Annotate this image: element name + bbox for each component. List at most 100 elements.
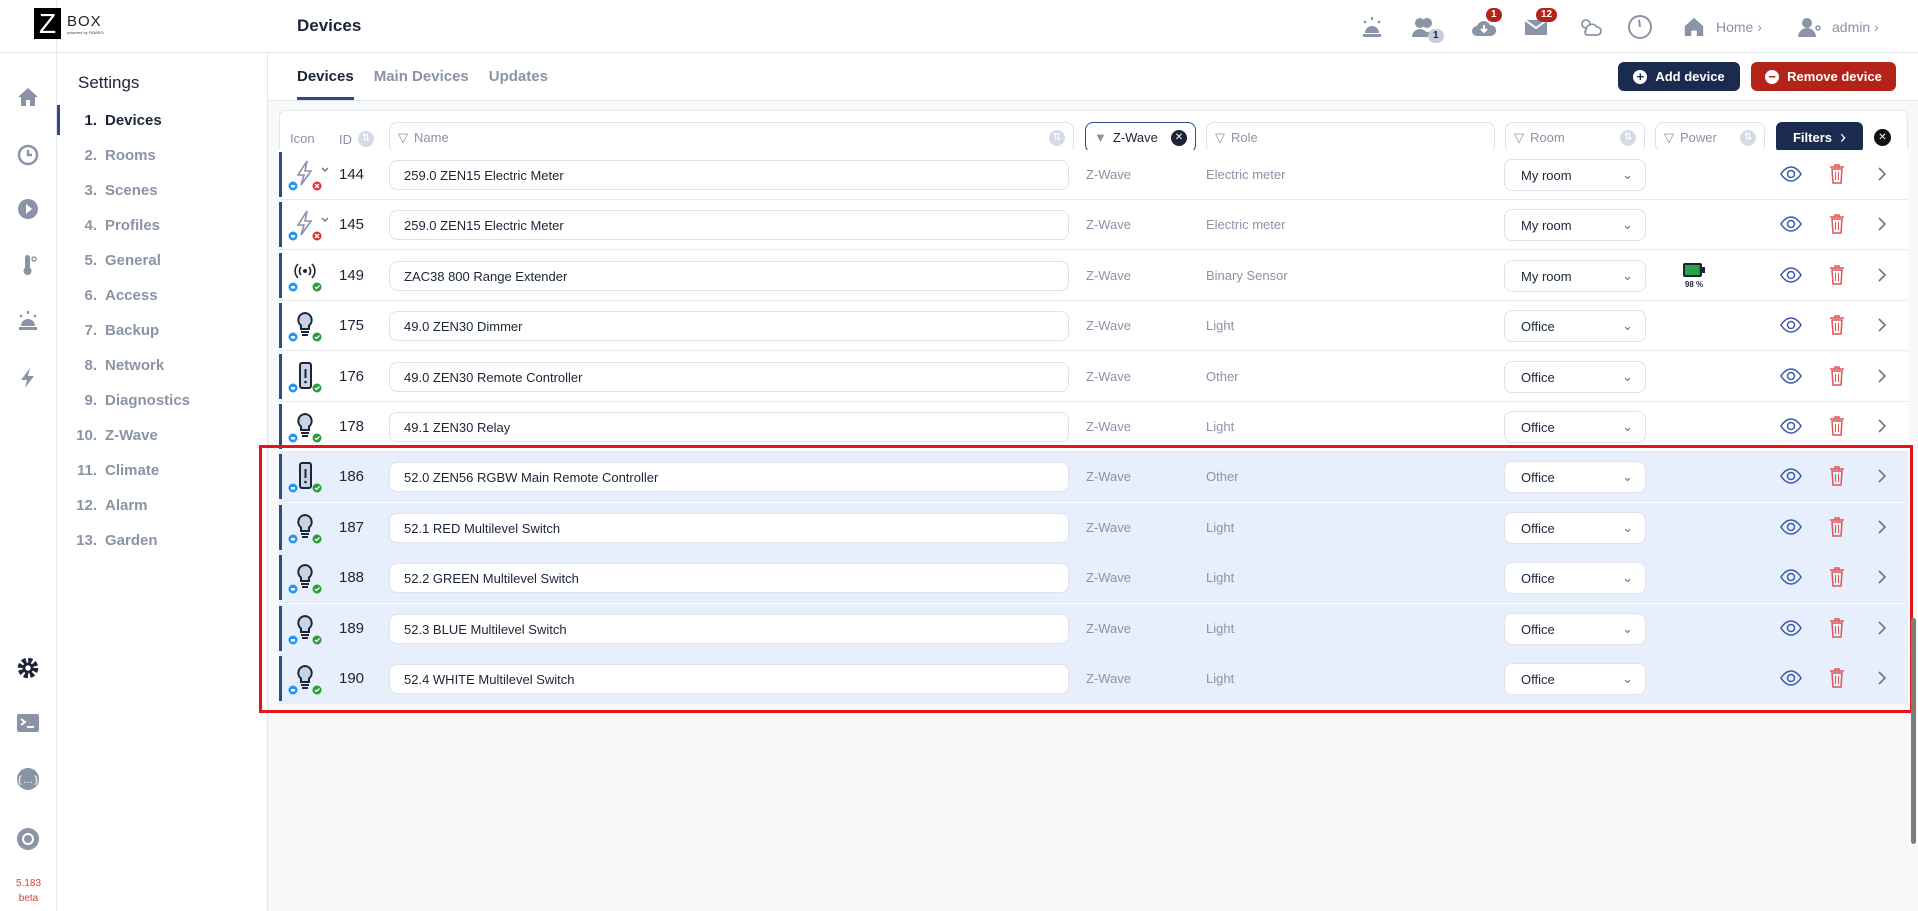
eye-icon[interactable] <box>1780 367 1802 385</box>
chevron-right-icon[interactable] <box>1877 417 1887 435</box>
version-info: 5.183 beta <box>0 876 57 906</box>
room-value: My room <box>1521 268 1572 284</box>
alarm-icon[interactable] <box>14 306 42 334</box>
sidebar-item-network[interactable]: 8. Network <box>57 350 267 380</box>
filter-icon: ▽ <box>1664 129 1674 145</box>
sidebar-item-label: Devices <box>105 111 162 129</box>
device-name-input[interactable]: 49.0 ZEN30 Remote Controller <box>389 361 1069 392</box>
filters-button[interactable]: Filters › <box>1776 122 1863 153</box>
room-select[interactable]: My room ⌄ <box>1504 159 1646 191</box>
sort-icon[interactable]: ⇅ <box>1620 129 1636 146</box>
eye-icon[interactable] <box>1780 215 1802 233</box>
sidebar-item-profiles[interactable]: 4. Profiles <box>57 210 267 240</box>
row-indicator <box>279 252 282 298</box>
table-row[interactable]: 176 49.0 ZEN30 Remote Controller Z-Wave Oth… <box>279 351 1908 402</box>
device-name-input[interactable]: 259.0 ZEN15 Electric Meter <box>389 210 1069 241</box>
alarm-header-icon[interactable] <box>1358 13 1386 41</box>
sidebar-item-scenes[interactable]: 3. Scenes <box>57 175 267 205</box>
zbox-logo[interactable]: Z BOX powered by FIBARO <box>34 8 114 44</box>
bulb-icon <box>288 312 322 342</box>
protocol-filter[interactable]: ▼ Z-Wave ✕ <box>1085 122 1196 153</box>
sidebar-item-number: 4. <box>84 216 97 234</box>
support-icon[interactable] <box>14 825 42 853</box>
room-select[interactable]: Office ⌄ <box>1504 360 1646 393</box>
table-row[interactable]: 149 ZAC38 800 Range Extender Z-Wave Binary … <box>279 250 1908 301</box>
energy-icon[interactable] <box>14 364 42 392</box>
tab-updates[interactable]: Updates <box>489 52 548 100</box>
sidebar-item-devices[interactable]: 1. Devices <box>57 105 267 135</box>
clock-icon[interactable] <box>1626 13 1654 41</box>
table-row[interactable]: 175 49.0 ZEN30 Dimmer Z-Wave Light Office ⌄ <box>279 301 1908 352</box>
add-device-label: Add device <box>1655 69 1725 84</box>
eye-icon[interactable] <box>1780 266 1802 284</box>
sidebar-item-backup[interactable]: 7. Backup <box>57 315 267 345</box>
trash-icon[interactable] <box>1829 264 1845 286</box>
col-id-header[interactable]: ID ⇅ <box>339 131 374 147</box>
room-select[interactable]: My room ⌄ <box>1504 259 1646 292</box>
table-row[interactable]: 144 259.0 ZEN15 Electric Meter Z-Wave Elect… <box>279 150 1908 200</box>
timer-icon[interactable] <box>14 140 42 168</box>
eye-icon[interactable] <box>1780 417 1802 435</box>
sort-icon[interactable]: ⇅ <box>1740 129 1756 146</box>
power-filter[interactable]: ▽ Power ⇅ <box>1655 122 1765 153</box>
chevron-right-icon[interactable] <box>1877 316 1887 334</box>
remove-device-button[interactable]: − Remove device <box>1751 62 1896 91</box>
chevron-right-icon[interactable] <box>1877 165 1887 183</box>
thermometer-icon[interactable] <box>14 251 42 279</box>
sort-icon[interactable]: ⇅ <box>1049 129 1065 146</box>
sidebar-item-general[interactable]: 5. General <box>57 245 267 275</box>
trash-icon[interactable] <box>1829 415 1845 437</box>
eye-icon[interactable] <box>1780 316 1802 334</box>
trash-icon[interactable] <box>1829 314 1845 336</box>
sidebar-item-climate[interactable]: 11. Climate <box>57 455 267 485</box>
scrollbar[interactable] <box>1911 618 1916 844</box>
tab-devices[interactable]: Devices <box>297 52 354 100</box>
room-select[interactable]: My room ⌄ <box>1504 209 1646 242</box>
room-select[interactable]: Office ⌄ <box>1504 411 1646 443</box>
table-row[interactable]: 145 259.0 ZEN15 Electric Meter Z-Wave Elect… <box>279 200 1908 251</box>
trash-icon[interactable] <box>1829 213 1845 235</box>
sidebar-item-diagnostics[interactable]: 9. Diagnostics <box>57 385 267 415</box>
room-filter[interactable]: ▽ Room ⇅ <box>1505 122 1645 153</box>
device-name-input[interactable]: ZAC38 800 Range Extender <box>389 260 1069 291</box>
device-name-input[interactable]: 49.1 ZEN30 Relay <box>389 412 1069 442</box>
sidebar-item-alarm[interactable]: 12. Alarm <box>57 490 267 520</box>
home-header-icon[interactable] <box>1680 13 1708 41</box>
sidebar-item-z-wave[interactable]: 10. Z-Wave <box>57 420 267 450</box>
trash-icon[interactable] <box>1829 163 1845 185</box>
room-select[interactable]: Office ⌄ <box>1504 310 1646 343</box>
name-filter[interactable]: ▽ Name ⇅ <box>389 122 1074 153</box>
home-link[interactable]: Home › <box>1716 19 1762 35</box>
trash-icon[interactable] <box>1829 365 1845 387</box>
settings-gear-icon[interactable] <box>14 654 42 682</box>
users-icon[interactable]: 1 <box>1410 13 1444 43</box>
role-filter[interactable]: ▽ Role <box>1206 122 1495 153</box>
terminal-icon[interactable] <box>14 709 42 737</box>
cloud-download-icon[interactable]: 1 <box>1470 8 1502 41</box>
clear-all-filters-icon[interactable]: ✕ <box>1874 129 1891 146</box>
home-icon[interactable] <box>14 83 42 111</box>
sort-icon[interactable]: ⇅ <box>358 131 374 147</box>
row-indicator <box>279 202 282 248</box>
add-device-button[interactable]: + Add device <box>1618 62 1740 91</box>
sidebar-item-garden[interactable]: 13. Garden <box>57 525 267 555</box>
chevron-right-icon[interactable] <box>1877 266 1887 284</box>
logo-word: BOX <box>67 13 102 30</box>
api-icon[interactable]: {…} <box>14 765 42 793</box>
chevron-right-icon[interactable] <box>1877 215 1887 233</box>
admin-user-icon[interactable] <box>1796 13 1824 41</box>
version-tag: beta <box>18 893 39 904</box>
device-name-input[interactable]: 49.0 ZEN30 Dimmer <box>389 311 1069 342</box>
clear-filter-icon[interactable]: ✕ <box>1171 129 1187 146</box>
play-icon[interactable] <box>14 195 42 223</box>
sidebar-item-rooms[interactable]: 2. Rooms <box>57 140 267 170</box>
eye-icon[interactable] <box>1780 165 1802 183</box>
device-name-input[interactable]: 259.0 ZEN15 Electric Meter <box>389 160 1069 190</box>
device-role: Electric meter <box>1206 167 1286 182</box>
chevron-right-icon[interactable] <box>1877 367 1887 385</box>
admin-link[interactable]: admin › <box>1832 19 1879 35</box>
weather-icon[interactable] <box>1576 13 1604 41</box>
sidebar-item-access[interactable]: 6. Access <box>57 280 267 310</box>
tab-main-devices[interactable]: Main Devices <box>374 52 469 100</box>
messages-icon[interactable]: 12 <box>1522 8 1558 41</box>
